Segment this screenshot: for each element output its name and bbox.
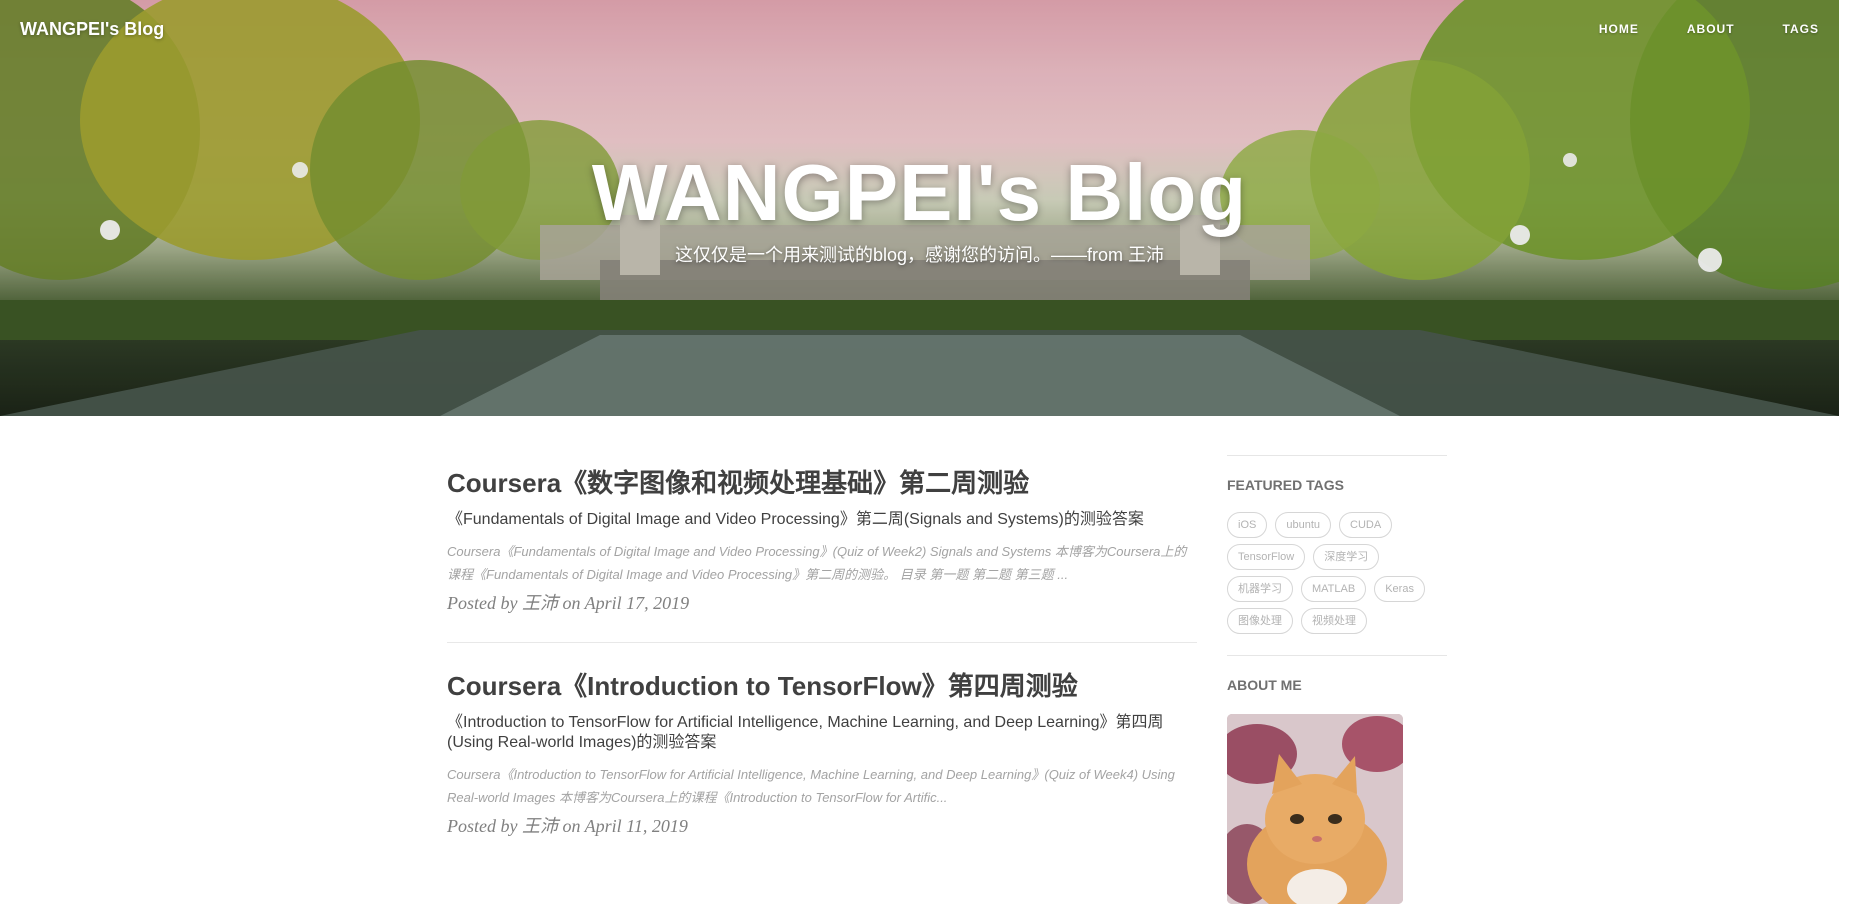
tag-machine-learning[interactable]: 机器学习	[1227, 576, 1293, 602]
nav-tags[interactable]: TAGS	[1783, 22, 1819, 36]
post-subtitle[interactable]: 《Introduction to TensorFlow for Artifici…	[447, 713, 1197, 753]
sidebar-divider	[1227, 655, 1447, 656]
tag-tensorflow[interactable]: TensorFlow	[1227, 544, 1306, 570]
tag-image-processing[interactable]: 图像处理	[1227, 608, 1293, 634]
posted-by-label: Posted by	[447, 593, 518, 613]
post-author: 王沛	[521, 816, 558, 836]
site-subtitle: 这仅仅是一个用来测试的blog，感谢您的访问。——from 王沛	[674, 245, 1165, 265]
on-label: on	[562, 816, 581, 836]
tag-ubuntu[interactable]: ubuntu	[1275, 512, 1331, 538]
about-me-heading: ABOUT ME	[1227, 677, 1302, 693]
nav-links: HOME ABOUT TAGS	[1571, 22, 1839, 36]
featured-tags-heading: FEATURED TAGS	[1227, 477, 1344, 493]
post-meta: Posted by 王沛 on April 11, 2019	[447, 813, 1197, 839]
post-author: 王沛	[521, 593, 558, 613]
post-date: April 17, 2019	[584, 593, 690, 613]
post-excerpt[interactable]: Coursera《Fundamentals of Digital Image a…	[447, 540, 1197, 586]
tag-keras[interactable]: Keras	[1374, 576, 1425, 602]
post-date: April 11, 2019	[584, 816, 688, 836]
post-subtitle[interactable]: 《Fundamentals of Digital Image and Video…	[447, 510, 1197, 530]
site-title: WANGPEI's Blog	[591, 148, 1248, 237]
nav-home[interactable]: HOME	[1599, 22, 1639, 36]
navbar: WANGPEI's Blog HOME ABOUT TAGS	[0, 0, 1839, 58]
tag-video-processing[interactable]: 视频处理	[1301, 608, 1367, 634]
post-preview[interactable]: Coursera《Introduction to TensorFlow》第四周测…	[447, 642, 1197, 839]
avatar-cat-image	[1227, 714, 1403, 904]
post-preview[interactable]: Coursera《数字图像和视频处理基础》第二周测验 《Fundamentals…	[447, 440, 1197, 616]
post-title[interactable]: Coursera《数字图像和视频处理基础》第二周测验	[447, 466, 1197, 500]
tag-matlab[interactable]: MATLAB	[1301, 576, 1367, 602]
brand-link[interactable]: WANGPEI's Blog	[20, 19, 164, 40]
posted-by-label: Posted by	[447, 816, 518, 836]
tag-cuda[interactable]: CUDA	[1339, 512, 1393, 538]
avatar[interactable]	[1227, 714, 1403, 904]
sidebar-divider	[1227, 455, 1447, 456]
site-heading: WANGPEI's Blog 这仅仅是一个用来测试的blog，感谢您的访问。——…	[0, 143, 1839, 267]
post-list: Coursera《数字图像和视频处理基础》第二周测验 《Fundamentals…	[447, 440, 1197, 839]
tag-deep-learning[interactable]: 深度学习	[1313, 544, 1380, 570]
intro-header: WANGPEI's Blog HOME ABOUT TAGS WANGPEI's…	[0, 0, 1839, 416]
post-title[interactable]: Coursera《Introduction to TensorFlow》第四周测…	[447, 669, 1197, 703]
tag-ios[interactable]: iOS	[1227, 512, 1268, 538]
on-label: on	[562, 593, 581, 613]
sidebar: FEATURED TAGS iOS ubuntu CUDA TensorFlow…	[1227, 455, 1447, 904]
post-excerpt[interactable]: Coursera《Introduction to TensorFlow for …	[447, 763, 1197, 809]
nav-about[interactable]: ABOUT	[1687, 22, 1735, 36]
featured-tags: iOS ubuntu CUDA TensorFlow 深度学习 机器学习 MAT…	[1227, 512, 1447, 640]
post-meta: Posted by 王沛 on April 17, 2019	[447, 590, 1197, 616]
